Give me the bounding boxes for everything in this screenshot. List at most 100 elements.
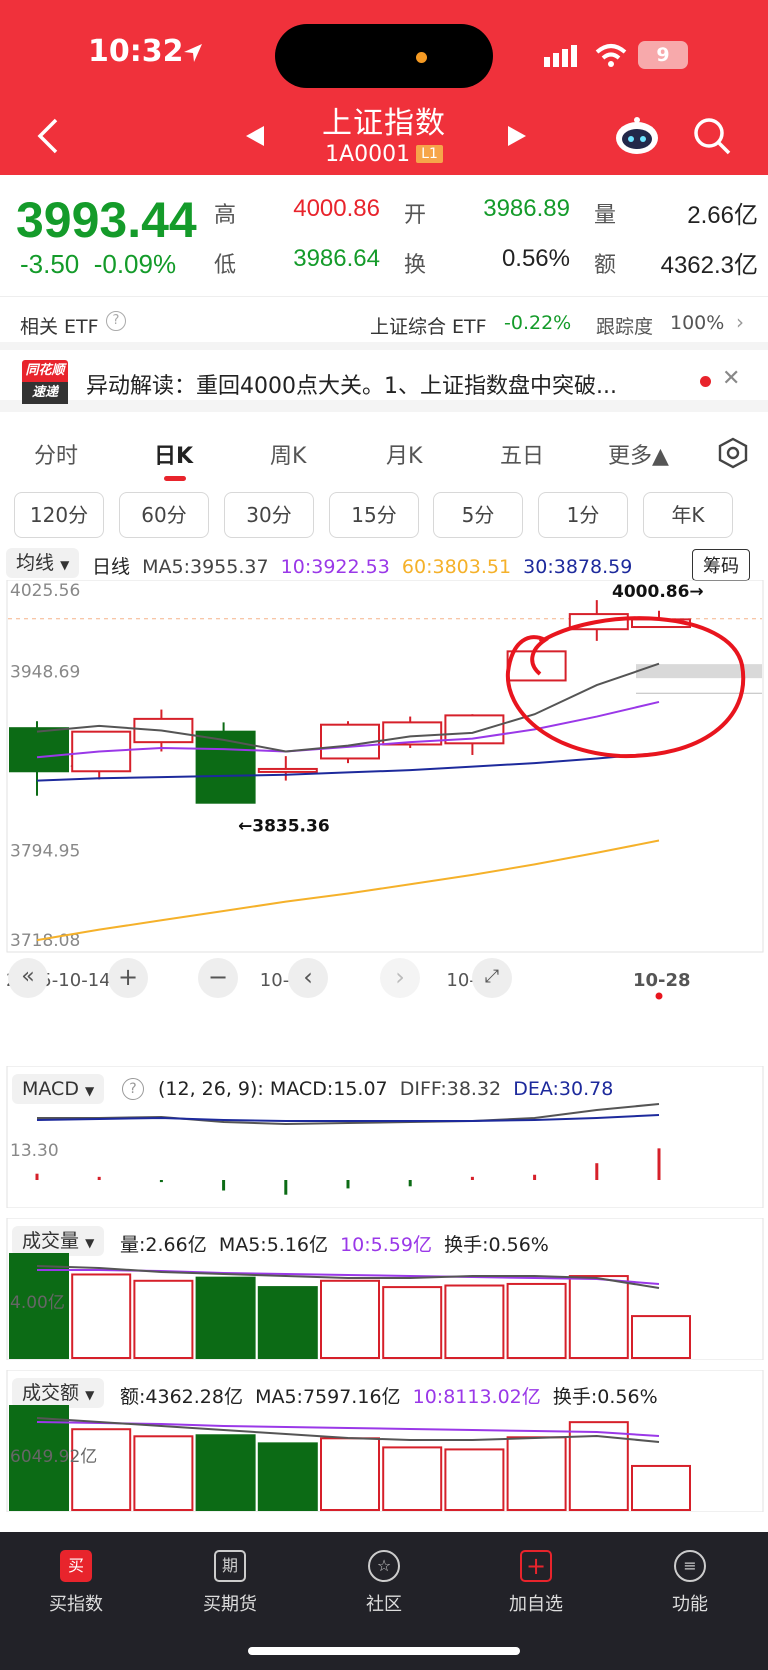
period-120min[interactable]: 120分 (14, 492, 104, 538)
volume-bar (320, 1279, 380, 1359)
functions-label: 功能 (672, 1594, 708, 1615)
buy-index-button[interactable]: 买 买指数 (16, 1542, 136, 1616)
macd-bar (35, 1173, 39, 1180)
panel-tick-label: 6049.92亿 (10, 1447, 97, 1467)
tab-monthly-k[interactable]: 月K (386, 438, 422, 470)
volume-chart[interactable]: 4.00亿 (0, 1218, 768, 1360)
add-watchlist-button[interactable]: + 加自选 (476, 1542, 596, 1616)
ma-toggle-button[interactable]: 均线 ▼ (6, 548, 80, 578)
volume-bar (257, 1442, 318, 1511)
macd-bar (408, 1180, 412, 1187)
track-value: 100% (670, 312, 725, 334)
zoom-in-icon[interactable]: + (108, 958, 148, 998)
volume-bar (71, 1428, 132, 1511)
price-change: -3.50 -0.09% (20, 249, 176, 280)
volume-bar (506, 1282, 567, 1359)
low-label: 低 (214, 253, 237, 278)
macd-bar (222, 1180, 226, 1191)
macd-chart[interactable]: 13.30 (0, 1066, 768, 1208)
open-label: 开 (404, 203, 427, 228)
community-button[interactable]: ☆ 社区 (324, 1542, 444, 1616)
macd-bar (657, 1148, 661, 1180)
macd-bar (97, 1176, 101, 1180)
robot-assistant-icon[interactable] (614, 116, 660, 156)
signal-icon (544, 45, 577, 67)
amount-chart[interactable]: 6049.92亿 (0, 1370, 768, 1512)
futures-icon: 期 (214, 1550, 246, 1582)
scroll-left-icon[interactable]: ‹ (288, 958, 328, 998)
collapse-left-icon[interactable]: « (8, 958, 48, 998)
period-1min[interactable]: 1分 (538, 492, 628, 538)
chips-button[interactable]: 筹码 (692, 549, 750, 581)
tab-fenshi[interactable]: 分时 (34, 438, 78, 470)
period-30min[interactable]: 30分 (224, 492, 314, 538)
buy-futures-button[interactable]: 期 买期货 (170, 1542, 290, 1616)
track-label: 跟踪度 (596, 316, 654, 338)
kline-legend: 日线 MA5:3955.37 10:3922.53 60:3803.51 30:… (92, 552, 632, 579)
battery-indicator: 9 (638, 41, 688, 69)
turnover-value: 0.56% (501, 245, 570, 272)
community-label: 社区 (366, 1594, 402, 1615)
etf-name: 上证综合 ETF (370, 316, 487, 338)
related-etf-row[interactable]: 相关 ETF ? 上证综合 ETF -0.22% 跟踪度 100% › (0, 298, 768, 350)
volume-bar (133, 1279, 194, 1359)
period-year-k[interactable]: 年K (643, 492, 733, 538)
chevron-right-icon: › (736, 310, 744, 334)
hand-drawn-circle (505, 616, 746, 759)
quote-panel: 3993.44 -3.50 -0.09% 高 4000.86 开 3986.89… (0, 175, 768, 297)
candle-body (9, 727, 69, 773)
scroll-right-icon[interactable]: › (380, 958, 420, 998)
home-indicator (248, 1647, 520, 1655)
level-badge: L1 (416, 145, 443, 163)
period-5min[interactable]: 5分 (433, 492, 523, 538)
period-60min[interactable]: 60分 (119, 492, 209, 538)
macd-bar (595, 1163, 599, 1180)
amount-value: 4362.3亿 (660, 252, 758, 279)
chart-tabs: 分时 日K 周K 月K 五日 更多▲ (0, 424, 768, 484)
news-text: 异动解读：重回4000点大关。1、上证指数盘中突破... (86, 374, 617, 399)
volume-bar (382, 1286, 443, 1359)
macd-bar (346, 1180, 350, 1189)
volume-bar (257, 1286, 318, 1359)
volume-bar (195, 1276, 256, 1360)
tab-weekly-k[interactable]: 周K (270, 438, 306, 470)
search-icon[interactable] (692, 116, 732, 156)
add-watchlist-label: 加自选 (509, 1594, 563, 1615)
settings-hexagon-icon[interactable] (716, 436, 750, 470)
status-time: 10:32 (88, 34, 184, 69)
y-tick-label: 3948.69 (10, 663, 80, 683)
ma30-legend: 30:3878.59 (523, 556, 633, 578)
index-code-text: 1A0001 (325, 142, 411, 167)
help-icon[interactable]: ? (106, 311, 126, 331)
location-arrow-icon (184, 44, 202, 62)
ma-toggle-label: 均线 (16, 552, 55, 574)
macd-bar (284, 1180, 288, 1195)
volume-bar (320, 1437, 380, 1511)
etf-label: 相关 ETF (20, 316, 99, 338)
fullscreen-icon[interactable]: ⤢ (472, 958, 512, 998)
low-annotation: ←3835.36 (238, 816, 330, 836)
tab-five-day[interactable]: 五日 (500, 438, 544, 470)
volume-bar (382, 1446, 443, 1511)
zoom-out-icon[interactable]: − (198, 958, 238, 998)
tab-more[interactable]: 更多▲ (608, 438, 669, 470)
volume-bar (631, 1315, 691, 1359)
period-15min[interactable]: 15分 (329, 492, 419, 538)
change-value: -3.50 (20, 249, 80, 279)
ma10-legend: 10:3922.53 (280, 556, 390, 578)
turnover-label: 换 (404, 253, 427, 278)
high-label: 高 (214, 203, 237, 228)
macd-bar (470, 1176, 474, 1180)
close-icon[interactable]: ✕ (722, 366, 740, 391)
news-logo-top: 同花顺 (22, 360, 68, 382)
macd-tick-label: 13.30 (10, 1141, 59, 1161)
period-selector: 120分 60分 30分 15分 5分 1分 年K (0, 490, 768, 540)
change-percent: -0.09% (93, 249, 177, 279)
dynamic-island (275, 24, 493, 88)
news-banner[interactable]: 同花顺 速递 异动解读：重回4000点大关。1、上证指数盘中突破... ✕ (0, 352, 768, 412)
functions-button[interactable]: ≡ 功能 (630, 1542, 750, 1616)
news-logo: 同花顺 速递 (22, 360, 68, 406)
ma60-line (36, 839, 660, 942)
high-annotation: 4000.86→ (612, 582, 704, 602)
tab-daily-k[interactable]: 日K (154, 438, 193, 470)
